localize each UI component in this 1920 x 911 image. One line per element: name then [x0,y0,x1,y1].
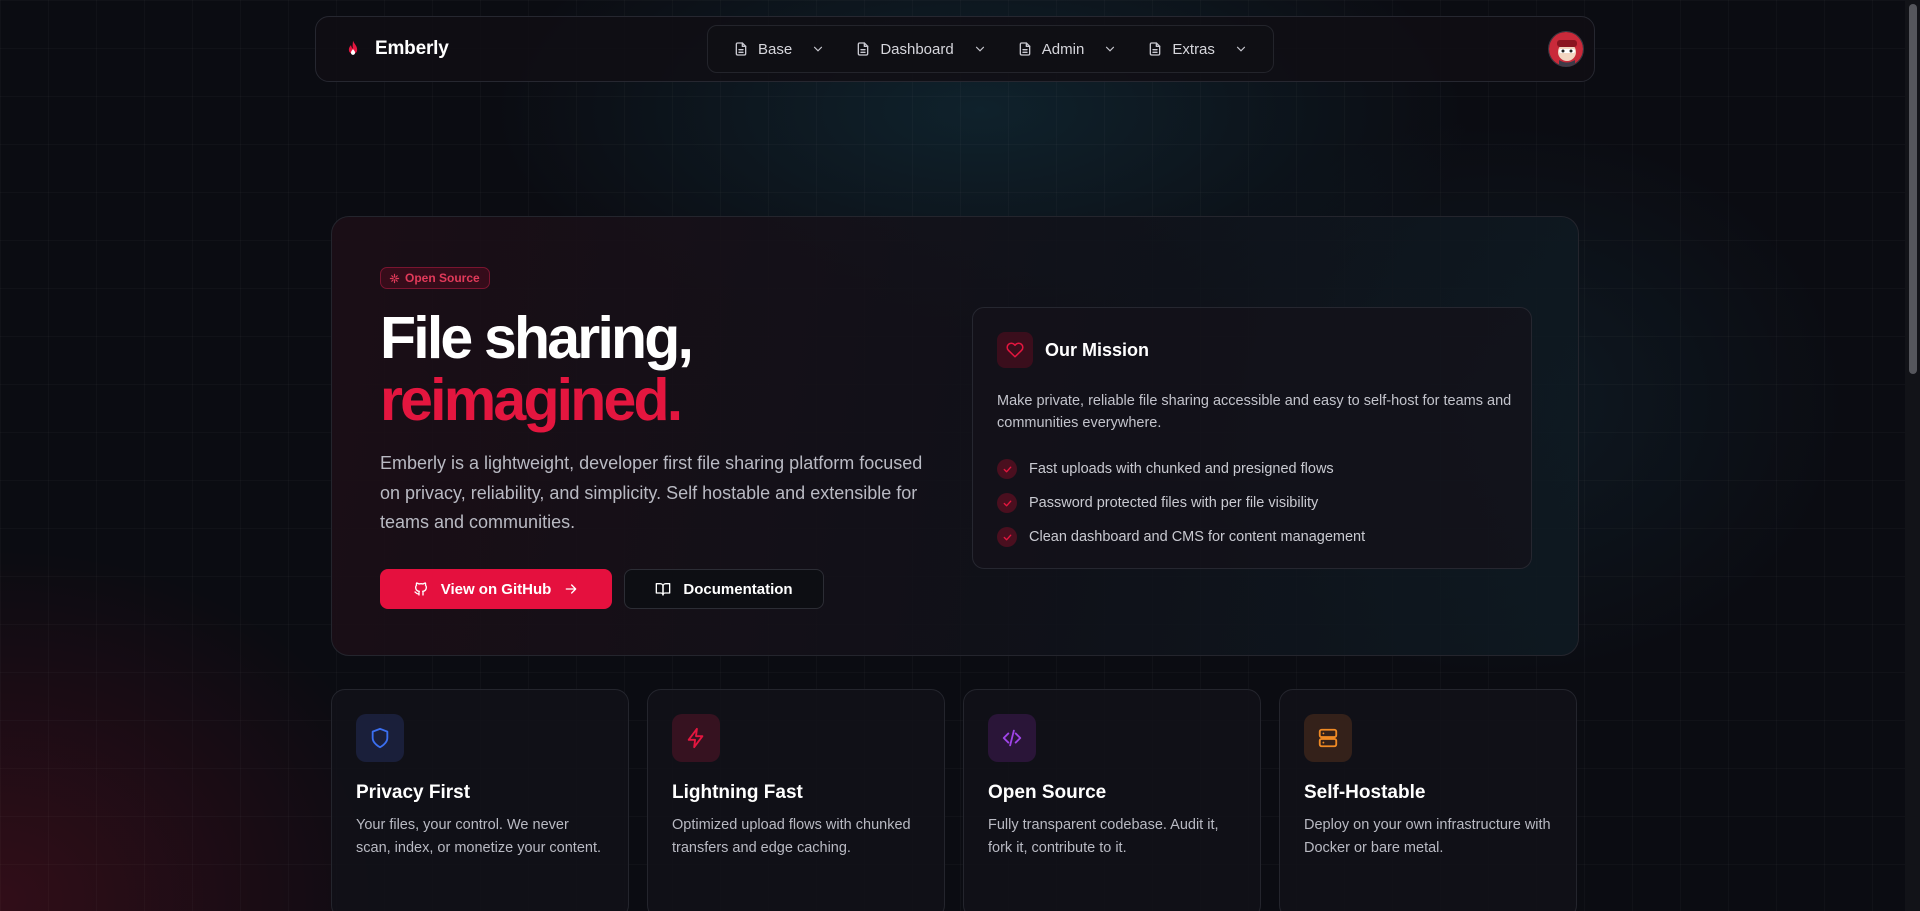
feature-card-speed: Lightning Fast Optimized upload flows wi… [647,689,945,911]
feature-title: Self-Hostable [1304,782,1426,803]
list-item: Fast uploads with chunked and presigned … [997,452,1365,486]
feature-card-self-host: Self-Hostable Deploy on your own infrast… [1279,689,1577,911]
mission-point-text: Password protected files with per file v… [1029,495,1319,511]
mission-points: Fast uploads with chunked and presigned … [997,452,1365,554]
list-item: Password protected files with per file v… [997,486,1365,520]
feature-icon-box [988,714,1036,762]
main-menu: Base Dashboard Admin Extras [707,25,1274,73]
chevron-down-icon [814,46,823,52]
github-icon [414,582,427,596]
feature-title: Privacy First [356,782,471,803]
feature-description: Your files, your control. We never scan,… [356,817,602,856]
hero-title: File sharing, reimagined. [380,305,694,433]
menu-item-admin[interactable]: Admin [1017,41,1118,58]
document-icon [1019,42,1031,56]
feature-icon-box [1304,714,1352,762]
server-icon [1318,728,1338,748]
feature-card-privacy: Privacy First Your files, your control. … [331,689,629,911]
menu-item-dashboard[interactable]: Dashboard [855,41,986,58]
check-icon [997,459,1017,479]
features-section: Privacy First Your files, your control. … [331,689,1579,911]
documentation-button[interactable]: Documentation [624,569,824,609]
mission-description: Make private, reliable file sharing acce… [997,393,1512,431]
mission-point-text: Clean dashboard and CMS for content mana… [1029,529,1366,545]
mission-title: Our Mission [1045,340,1150,360]
code-icon [1002,729,1022,747]
list-item: Clean dashboard and CMS for content mana… [997,520,1365,554]
shield-icon [371,727,389,749]
top-navbar: Emberly Base Dashboard Admin Extras [315,16,1595,82]
page-scrollbar[interactable] [1905,0,1920,911]
button-label: View on GitHub [440,580,552,598]
chevron-down-icon [975,46,984,52]
menu-item-label: Dashboard [880,40,954,58]
hero-section: Open Source File sharing, reimagined. Em… [331,216,1579,656]
feature-title: Lightning Fast [672,782,803,803]
feature-icon-box [672,714,720,762]
feature-card-open-source: Open Source Fully transparent codebase. … [963,689,1261,911]
mission-point-text: Fast uploads with chunked and presigned … [1029,461,1334,477]
mission-card: Our Mission Make private, reliable file … [972,307,1532,569]
menu-item-extras[interactable]: Extras [1147,41,1248,58]
user-avatar[interactable] [1548,31,1584,67]
avatar-image-icon [1549,32,1583,66]
check-icon [997,527,1017,547]
arrow-right-icon [565,584,577,594]
sparkle-icon [389,273,400,283]
mission-icon-box [997,332,1033,368]
menu-item-label: Base [758,40,793,58]
button-label: Documentation [683,580,793,598]
check-icon [997,493,1017,513]
badge-label: Open Source [405,271,480,285]
document-icon [1150,42,1161,56]
hero-title-line2: reimagined. [380,367,683,433]
feature-description: Fully transparent codebase. Audit it, fo… [988,817,1219,856]
open-source-badge: Open Source [380,267,490,289]
menu-item-base[interactable]: Base [733,41,825,58]
heart-icon [1006,342,1024,358]
bolt-icon [687,727,704,749]
feature-icon-box [356,714,404,762]
scrollbar-thumb[interactable] [1909,4,1917,374]
view-on-github-button[interactable]: View on GitHub [380,569,612,609]
hero-description: Emberly is a lightweight, developer firs… [380,453,923,532]
menu-item-label: Extras [1172,40,1215,58]
flame-logo-icon [348,40,358,55]
feature-description: Optimized upload flows with chunked tran… [672,817,911,856]
book-open-icon [656,583,671,596]
feature-title: Open Source [988,782,1107,803]
document-icon [735,42,747,56]
brand[interactable]: Emberly [343,38,449,60]
brand-name: Emberly [375,38,449,59]
hero-title-line1: File sharing, [380,305,694,371]
menu-item-label: Admin [1041,40,1085,58]
feature-description: Deploy on your own infrastructure with D… [1304,817,1551,856]
document-icon [857,42,869,56]
chevron-down-icon [1236,46,1245,52]
chevron-down-icon [1106,46,1115,52]
